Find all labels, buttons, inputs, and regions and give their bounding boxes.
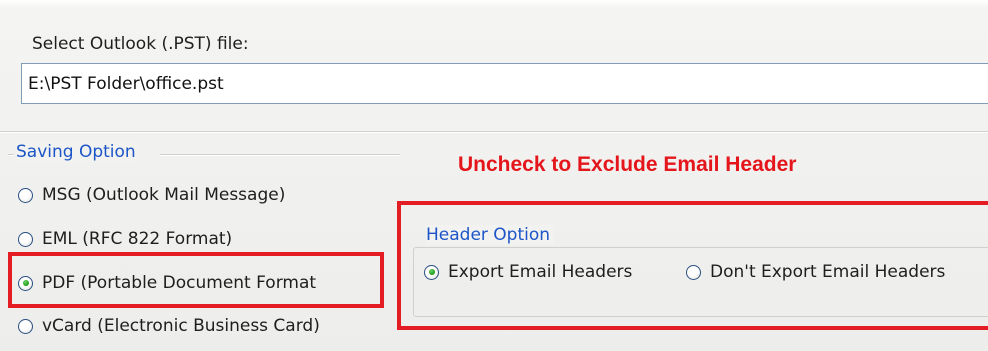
- pst-file-label: Select Outlook (.PST) file:: [32, 34, 249, 54]
- pst-file-path-input[interactable]: [21, 63, 988, 104]
- saving-option-groupline-right: [160, 154, 400, 156]
- saving-option-eml[interactable]: EML (RFC 822 Format): [18, 229, 232, 249]
- saving-option-eml-label: EML (RFC 822 Format): [42, 229, 233, 249]
- exclude-header-annotation: Uncheck to Exclude Email Header: [458, 153, 797, 176]
- pdf-option-highlight: [8, 252, 384, 308]
- section-divider: [0, 131, 988, 133]
- top-shade: [0, 0, 988, 8]
- radio-unchecked-icon[interactable]: [18, 318, 33, 334]
- header-option-export-label: Export Email Headers: [448, 262, 633, 282]
- saving-option-title: Saving Option: [16, 142, 140, 162]
- saving-option-vcard[interactable]: vCard (Electronic Business Card): [18, 316, 320, 336]
- saving-option-msg-label: MSG (Outlook Mail Message): [42, 185, 286, 205]
- radio-checked-icon[interactable]: [424, 264, 439, 280]
- saving-option-groupline-left: [8, 154, 14, 156]
- header-option-title: Header Option: [426, 225, 555, 245]
- saving-option-vcard-label: vCard (Electronic Business Card): [42, 316, 320, 336]
- header-option-frame: [413, 247, 988, 317]
- header-option-dont-export-label: Don't Export Email Headers: [710, 262, 946, 282]
- header-option-export[interactable]: Export Email Headers: [424, 262, 632, 282]
- radio-unchecked-icon[interactable]: [18, 231, 33, 247]
- saving-option-msg[interactable]: MSG (Outlook Mail Message): [18, 185, 285, 205]
- radio-unchecked-icon[interactable]: [686, 264, 701, 280]
- radio-unchecked-icon[interactable]: [18, 187, 33, 203]
- export-options-panel: Select Outlook (.PST) file: Saving Optio…: [0, 0, 988, 351]
- header-option-dont-export[interactable]: Don't Export Email Headers: [686, 262, 945, 282]
